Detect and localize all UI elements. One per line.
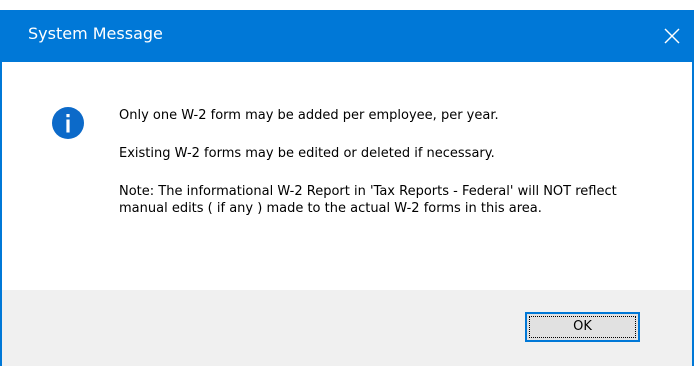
information-icon xyxy=(52,107,84,139)
button-bar: OK xyxy=(2,290,692,366)
message-note: Note: The informational W-2 Report in 'T… xyxy=(119,184,617,216)
window-title: System Message xyxy=(28,24,163,43)
dialog-content: Only one W-2 form may be added per emplo… xyxy=(2,62,692,366)
system-message-dialog: System Message Only one W-2 form may be … xyxy=(0,10,694,366)
close-button[interactable] xyxy=(652,10,694,62)
title-bar: System Message xyxy=(0,10,694,62)
message-line-1: Only one W-2 form may be added per emplo… xyxy=(119,108,499,123)
message-line-2: Existing W-2 forms may be edited or dele… xyxy=(119,146,495,161)
ok-button[interactable]: OK xyxy=(525,312,640,342)
close-icon xyxy=(664,28,680,44)
message-body: Only one W-2 form may be added per emplo… xyxy=(119,107,659,217)
